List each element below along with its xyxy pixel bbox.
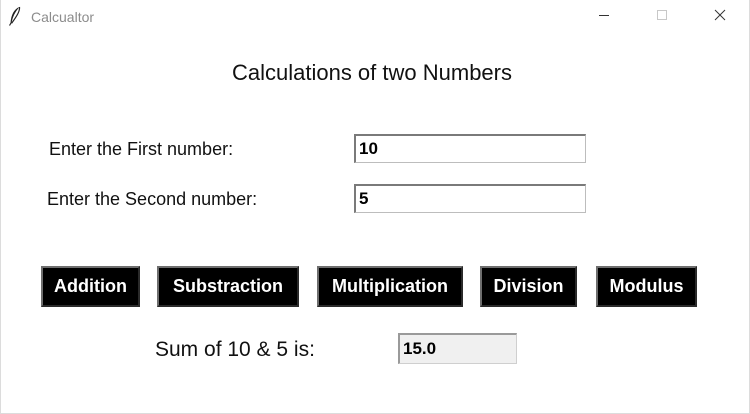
maximize-button[interactable] bbox=[639, 0, 685, 34]
multiplication-button[interactable]: Multiplication bbox=[317, 266, 463, 307]
minimize-button[interactable] bbox=[581, 0, 627, 34]
addition-button[interactable]: Addition bbox=[41, 266, 140, 307]
close-icon bbox=[714, 8, 726, 26]
subtraction-button[interactable]: Substraction bbox=[157, 266, 299, 307]
division-button[interactable]: Division bbox=[480, 266, 577, 307]
first-number-input[interactable] bbox=[354, 134, 586, 163]
first-number-label: Enter the First number: bbox=[49, 139, 234, 159]
result-value: 15.0 bbox=[398, 333, 517, 364]
second-number-input[interactable] bbox=[354, 184, 586, 213]
feather-icon bbox=[8, 6, 22, 26]
result-label: Sum of 10 & 5 is: bbox=[155, 338, 315, 361]
modulus-button[interactable]: Modulus bbox=[596, 266, 697, 307]
second-number-label: Enter the Second number: bbox=[47, 189, 258, 209]
minimize-icon bbox=[598, 8, 610, 26]
maximize-icon bbox=[656, 8, 668, 26]
title-bar[interactable]: Calcualtor bbox=[1, 0, 749, 34]
page-title: Calculations of two Numbers bbox=[231, 60, 512, 85]
close-button[interactable] bbox=[697, 0, 743, 34]
window-title: Calcualtor bbox=[31, 9, 95, 25]
calculator-window: Calcualtor Calculations of two Numbers E… bbox=[0, 0, 750, 414]
